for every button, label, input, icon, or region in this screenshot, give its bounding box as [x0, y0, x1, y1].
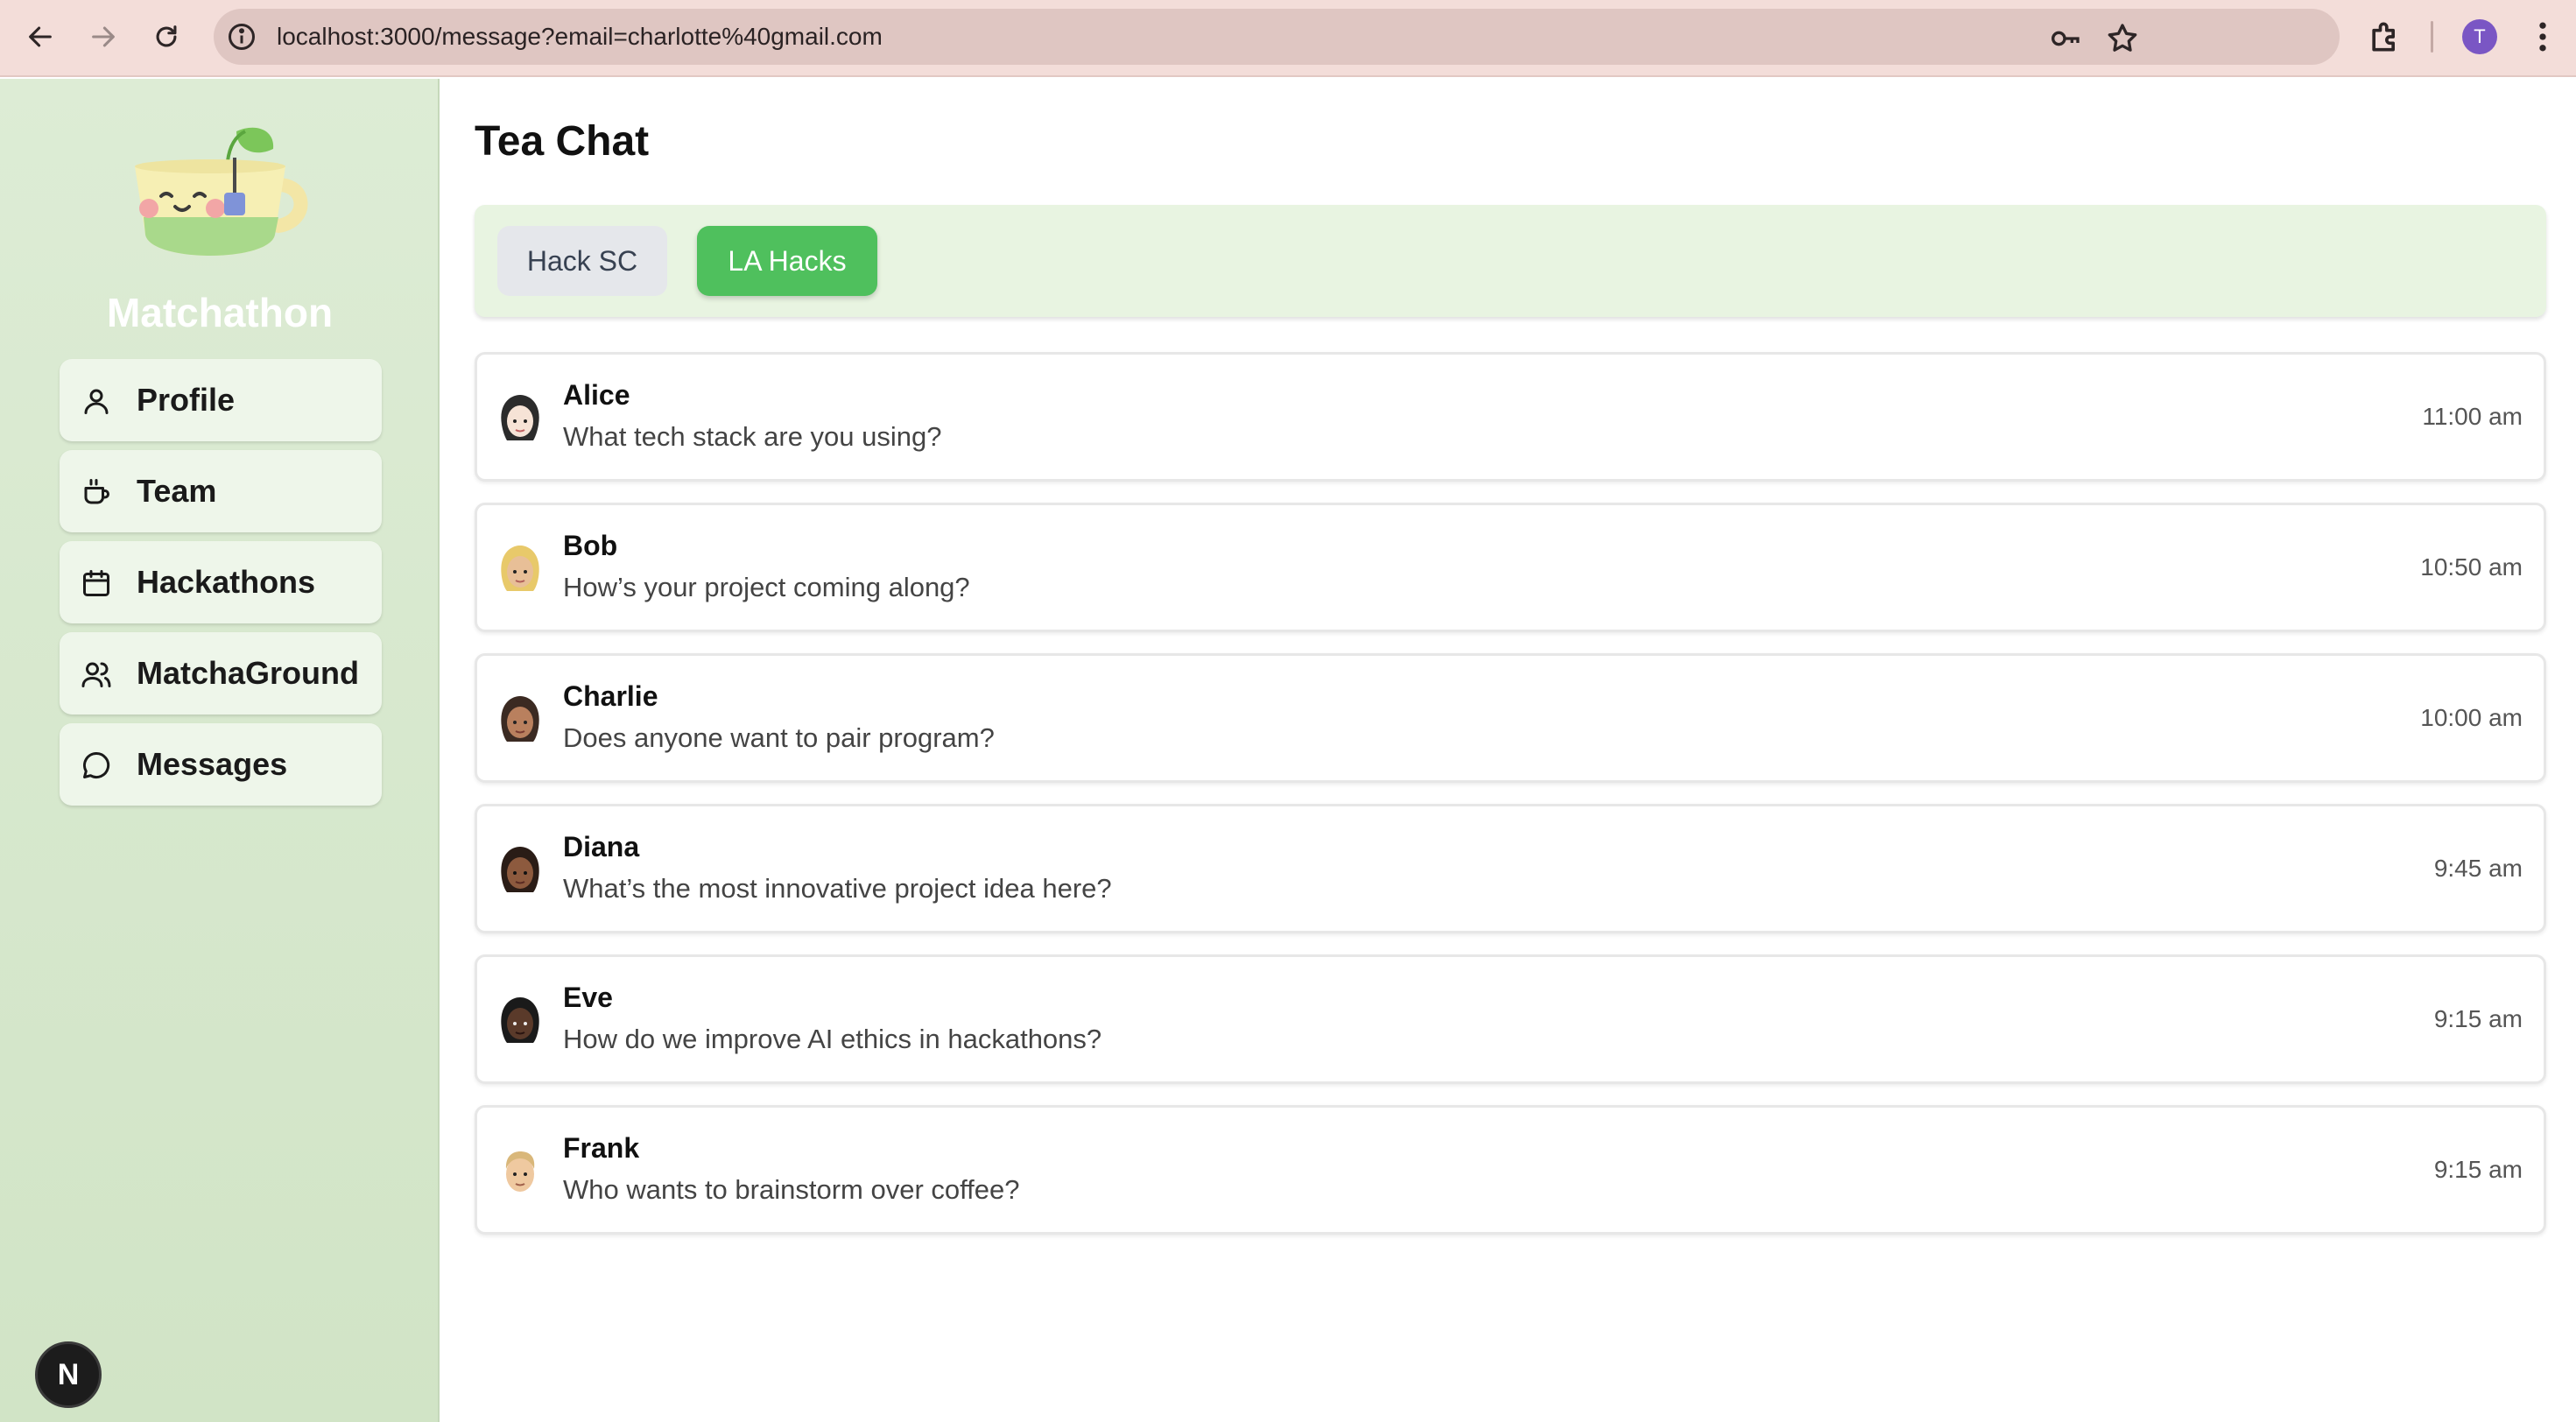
sidebar-item-label: Hackathons [137, 564, 316, 600]
chat-message-preview: Who wants to brainstorm over coffee? [563, 1174, 1020, 1205]
calendar-icon [83, 570, 109, 596]
sidebar-item-messages[interactable]: Messages [60, 723, 382, 806]
chat-sender-name: Charlie [563, 680, 658, 712]
sidebar-item-label: MatchaGround [137, 655, 360, 691]
cup-icon [84, 479, 109, 504]
chat-message-preview: How’s your project coming along? [563, 572, 970, 602]
woman-avatar-icon [501, 395, 539, 440]
chat-timestamp: 10:00 am [2420, 704, 2523, 731]
chat-sender-name: Eve [563, 982, 613, 1013]
chat-message-preview: How do we improve AI ethics in hackathon… [563, 1024, 1102, 1054]
chat-sender-name: Alice [563, 379, 630, 411]
profile-avatar[interactable]: T [2462, 19, 2497, 54]
woman-darkest-avatar-icon [501, 997, 539, 1043]
url-text[interactable]: localhost:3000/message?email=charlotte%4… [277, 9, 883, 65]
tab-hack-sc[interactable]: Hack SC [497, 226, 667, 296]
user-icon [84, 389, 109, 414]
sidebar-item-label: Profile [137, 382, 236, 418]
toolbar-divider [2431, 21, 2433, 53]
hackathon-tabs: Hack SC LA Hacks [475, 205, 2546, 317]
browser-toolbar: localhost:3000/message?email=charlotte%4… [0, 0, 2576, 77]
chat-timestamp: 10:50 am [2420, 553, 2523, 581]
sidebar: Matchathon Profile Team Hackathons Match… [0, 79, 440, 1422]
man-avatar-icon [505, 1151, 535, 1192]
key-icon[interactable] [2047, 21, 2082, 56]
tab-la-hacks[interactable]: LA Hacks [697, 226, 877, 296]
dev-tools-badge[interactable]: N [35, 1341, 102, 1408]
sidebar-menu: Profile Team Hackathons MatchaGround Mes… [60, 359, 382, 814]
chat-row-charlie[interactable]: Charlie Does anyone want to pair program… [475, 653, 2546, 783]
chat-sender-name: Frank [563, 1132, 640, 1164]
back-button[interactable] [12, 12, 68, 61]
more-menu-icon[interactable] [2523, 18, 2562, 56]
site-info-icon[interactable] [226, 21, 257, 53]
chat-sender-name: Diana [563, 831, 640, 862]
reload-button[interactable] [138, 12, 194, 61]
chat-bubble-icon [83, 751, 110, 778]
chat-timestamp: 9:15 am [2433, 1156, 2523, 1183]
sidebar-item-label: Messages [137, 746, 288, 782]
sidebar-item-team[interactable]: Team [60, 450, 382, 532]
chat-row-frank[interactable]: Frank Who wants to brainstorm over coffe… [475, 1105, 2546, 1235]
bookmark-star-icon[interactable] [2105, 21, 2140, 56]
main-content: Tea Chat Hack SC LA Hacks Alice What tec… [441, 79, 2576, 1422]
chat-timestamp: 9:45 am [2433, 855, 2523, 882]
chat-message-preview: What’s the most innovative project idea … [563, 873, 1112, 904]
address-bar[interactable]: localhost:3000/message?email=charlotte%4… [214, 9, 2340, 65]
arrow-right-icon [92, 26, 115, 47]
sidebar-item-profile[interactable]: Profile [60, 359, 382, 441]
chat-row-bob[interactable]: Bob How’s your project coming along? 10:… [475, 503, 2546, 632]
chat-timestamp: 9:15 am [2433, 1005, 2523, 1032]
chat-message-preview: What tech stack are you using? [563, 421, 942, 452]
woman-dark-avatar-icon [501, 847, 539, 892]
chat-sender-name: Bob [563, 530, 618, 561]
chat-list: Alice What tech stack are you using? 11:… [475, 352, 2546, 1256]
reload-icon [156, 25, 177, 47]
matcha-cup-logo-icon [135, 127, 308, 256]
chat-timestamp: 11:00 am [2422, 403, 2523, 430]
chat-message-preview: Does anyone want to pair program? [563, 722, 995, 753]
forward-button[interactable] [75, 12, 131, 61]
extensions-icon[interactable] [2366, 18, 2404, 56]
brand-name: Matchathon [106, 290, 334, 335]
sidebar-item-hackathons[interactable]: Hackathons [60, 541, 382, 623]
chat-row-eve[interactable]: Eve How do we improve AI ethics in hacka… [475, 954, 2546, 1084]
users-icon [81, 662, 111, 687]
chat-row-alice[interactable]: Alice What tech stack are you using? 11:… [475, 352, 2546, 482]
sidebar-item-label: Team [137, 473, 217, 509]
sidebar-item-matchaground[interactable]: MatchaGround [60, 632, 382, 715]
arrow-left-icon [29, 26, 52, 47]
woman-blonde-avatar-icon [501, 546, 539, 591]
chat-row-diana[interactable]: Diana What’s the most innovative project… [475, 804, 2546, 933]
woman-brown-avatar-icon [501, 696, 539, 742]
page-title: Tea Chat [475, 118, 650, 165]
